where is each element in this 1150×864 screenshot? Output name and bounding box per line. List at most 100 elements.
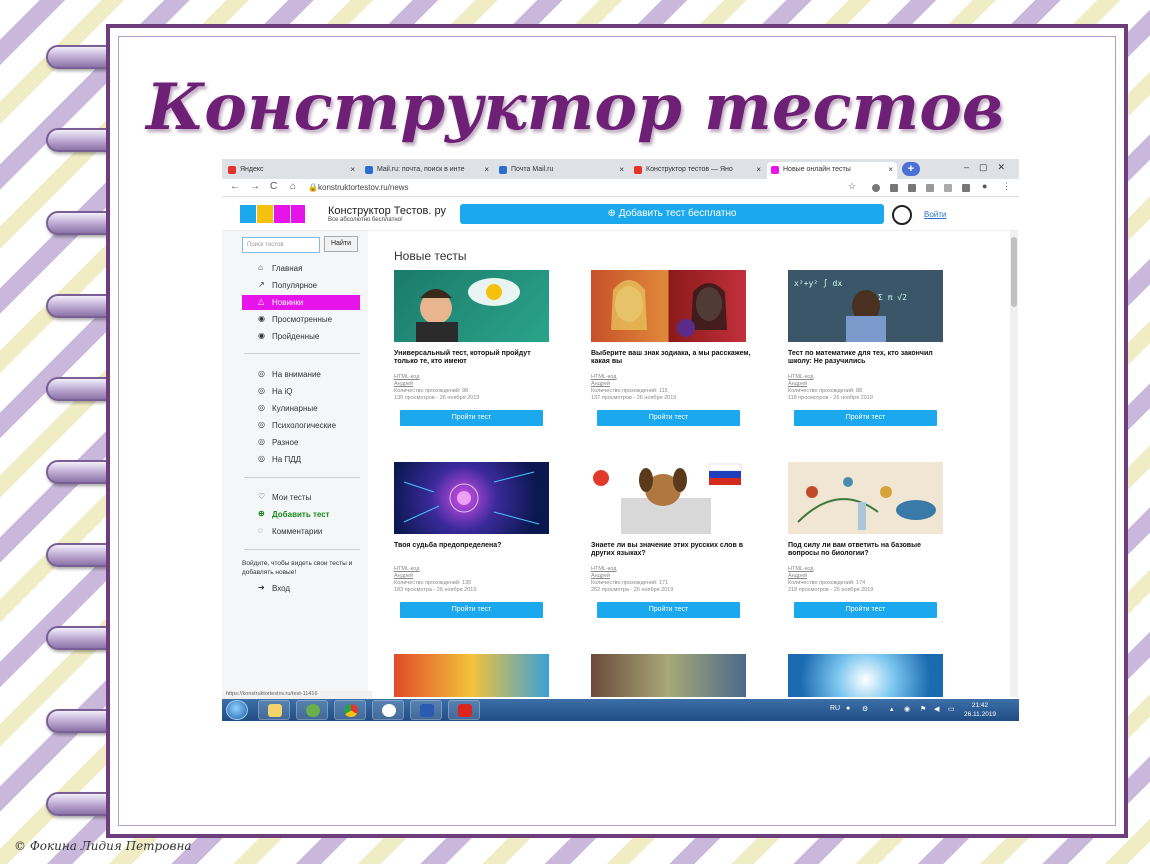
reload-icon[interactable]: C bbox=[270, 181, 277, 192]
html-code-link[interactable]: HTML-код bbox=[788, 566, 948, 573]
sidebar-item-main[interactable]: ⌂ Главная bbox=[242, 261, 360, 276]
test-card-image[interactable] bbox=[788, 654, 943, 697]
sidebar-item-popular[interactable]: ↗ Популярное bbox=[242, 278, 360, 293]
sidebar-item-psychology[interactable]: ◎ Психологические bbox=[242, 418, 360, 433]
network-icon[interactable]: ◉ bbox=[904, 705, 910, 713]
html-code-link[interactable]: HTML-код bbox=[394, 374, 554, 381]
close-icon[interactable]: × bbox=[619, 165, 624, 174]
test-card-title[interactable]: Под силу ли вам ответить на базовые вопр… bbox=[788, 542, 948, 558]
display-icon[interactable]: ▭ bbox=[948, 705, 955, 713]
login-link[interactable]: Войти bbox=[924, 210, 946, 219]
tab-mail[interactable]: Почта Mail.ru × bbox=[495, 162, 628, 179]
sidebar-item-comments[interactable]: ◌ Комментарии bbox=[242, 524, 360, 539]
close-icon[interactable]: × bbox=[888, 165, 893, 174]
close-icon[interactable]: × bbox=[756, 165, 761, 174]
taskbar-word[interactable] bbox=[410, 700, 442, 720]
test-card-image[interactable] bbox=[591, 270, 746, 342]
sidebar-item-add-test[interactable]: ⊕ Добавить тест bbox=[242, 507, 360, 522]
sidebar-item-traffic-rules[interactable]: ◎ На ПДД bbox=[242, 452, 360, 467]
test-card-title[interactable]: Знаете ли вы значение этих русских слов … bbox=[591, 542, 751, 558]
sidebar-item-my-tests[interactable]: ♡ Мои тесты bbox=[242, 490, 360, 505]
sidebar-item-misc[interactable]: ◎ Разное bbox=[242, 435, 360, 450]
forward-icon[interactable]: → bbox=[250, 181, 260, 192]
extension-icon[interactable] bbox=[872, 184, 880, 192]
test-card-title[interactable]: Тест по математике для тех, кто закончил… bbox=[788, 350, 948, 366]
login-icon: ➜ bbox=[258, 583, 265, 592]
extension-icon[interactable] bbox=[890, 184, 898, 192]
author-link[interactable]: Андрей bbox=[394, 381, 554, 388]
back-icon[interactable]: ← bbox=[230, 181, 240, 192]
volume-icon[interactable]: ◀ bbox=[934, 705, 939, 713]
help-icon[interactable]: ● bbox=[846, 705, 850, 712]
test-card-image[interactable] bbox=[394, 270, 549, 342]
taskbar-chrome[interactable] bbox=[334, 700, 366, 720]
home-icon[interactable]: ⌂ bbox=[290, 181, 296, 192]
tab-constructor[interactable]: Конструктор тестов — Яно × bbox=[630, 162, 765, 179]
menu-icon[interactable]: ⋮ bbox=[1002, 181, 1011, 192]
sidebar-item-passed[interactable]: ◉ Пройденные bbox=[242, 329, 360, 344]
search-input[interactable]: Поиск тестов bbox=[242, 237, 320, 253]
profile-icon[interactable]: ● bbox=[982, 181, 987, 191]
html-code-link[interactable]: HTML-код bbox=[591, 374, 751, 381]
test-card-image[interactable] bbox=[591, 462, 746, 534]
author-link[interactable]: Андрей bbox=[591, 381, 751, 388]
extension-icon[interactable] bbox=[944, 184, 952, 192]
taskbar-torrent[interactable] bbox=[296, 700, 328, 720]
sidebar-item-attention[interactable]: ◎ На внимание bbox=[242, 367, 360, 382]
sidebar-item-iq[interactable]: ◎ На iQ bbox=[242, 384, 360, 399]
test-card-image[interactable] bbox=[394, 462, 549, 534]
close-icon[interactable]: × bbox=[350, 165, 355, 174]
scrollbar[interactable] bbox=[1010, 231, 1018, 697]
html-code-link[interactable]: HTML-код bbox=[788, 374, 948, 381]
author-link[interactable]: Андрей bbox=[788, 381, 948, 388]
html-code-link[interactable]: HTML-код bbox=[591, 566, 751, 573]
take-test-button[interactable]: Пройти тест bbox=[400, 602, 543, 618]
test-card-title[interactable]: Твоя судьба предопределена? bbox=[394, 542, 554, 550]
site-name[interactable]: Конструктор Тестов. ру bbox=[328, 205, 446, 217]
extension-icon[interactable] bbox=[962, 184, 970, 192]
sidebar-item-cooking[interactable]: ◎ Кулинарные bbox=[242, 401, 360, 416]
search-button[interactable]: Найти bbox=[324, 236, 358, 252]
tray-expand-icon[interactable]: ▴ bbox=[890, 705, 894, 713]
taskbar-yandex[interactable] bbox=[372, 700, 404, 720]
flag-icon[interactable]: ⚑ bbox=[920, 705, 926, 713]
test-card-title[interactable]: Универсальный тест, который пройдут толь… bbox=[394, 350, 554, 366]
tab-new-tests[interactable]: Новые онлайн тесты × bbox=[767, 162, 897, 179]
sidebar-item-new[interactable]: △ Новинки bbox=[242, 295, 360, 310]
taskbar-pdf[interactable] bbox=[448, 700, 480, 720]
test-card-title[interactable]: Выберите ваш знак зодиака, а мы расскаже… bbox=[591, 350, 751, 366]
close-icon[interactable]: × bbox=[484, 165, 489, 174]
author-link[interactable]: Андрей bbox=[788, 573, 948, 580]
sidebar-item-viewed[interactable]: ◉ Просмотренные bbox=[242, 312, 360, 327]
sidebar-item-login[interactable]: ➜ Вход bbox=[242, 581, 360, 596]
test-card-image[interactable]: x²+y² ∫ dx Σ π √2 bbox=[788, 270, 943, 342]
tab-yandex[interactable]: Яндекс × bbox=[224, 162, 359, 179]
author-link[interactable]: Андрей bbox=[591, 573, 751, 580]
add-test-button[interactable]: ⊕ Добавить тест бесплатно bbox=[460, 204, 884, 224]
take-test-button[interactable]: Пройти тест bbox=[794, 410, 937, 426]
url-text[interactable]: konstruktortestov.ru/news bbox=[318, 183, 409, 192]
window-controls[interactable]: –▢✕ bbox=[964, 162, 1015, 173]
test-card-image[interactable] bbox=[394, 654, 549, 697]
star-icon[interactable]: ☆ bbox=[848, 181, 856, 192]
extension-icon[interactable] bbox=[926, 184, 934, 192]
taskbar-explorer[interactable] bbox=[258, 700, 290, 720]
test-card-image[interactable] bbox=[591, 654, 746, 697]
take-test-button[interactable]: Пройти тест bbox=[597, 410, 740, 426]
tab-mailru[interactable]: Mail.ru: почта, поиск в инте × bbox=[361, 162, 493, 179]
test-card-image[interactable] bbox=[788, 462, 943, 534]
start-button[interactable] bbox=[226, 700, 248, 720]
new-tab-button[interactable]: + bbox=[902, 162, 920, 176]
scrollbar-thumb[interactable] bbox=[1011, 237, 1017, 307]
clock[interactable]: 21:42 26.11.2019 bbox=[964, 701, 996, 719]
settings-icon[interactable]: ⚙ bbox=[862, 705, 868, 713]
language-indicator[interactable]: RU bbox=[830, 705, 840, 712]
site-logo[interactable] bbox=[240, 203, 310, 225]
author-link[interactable]: Андрей bbox=[394, 573, 554, 580]
take-test-button[interactable]: Пройти тест bbox=[597, 602, 740, 618]
take-test-button[interactable]: Пройти тест bbox=[794, 602, 937, 618]
take-test-button[interactable]: Пройти тест bbox=[400, 410, 543, 426]
extension-icon[interactable] bbox=[908, 184, 916, 192]
user-avatar-icon[interactable] bbox=[892, 205, 912, 225]
html-code-link[interactable]: HTML-код bbox=[394, 566, 554, 573]
